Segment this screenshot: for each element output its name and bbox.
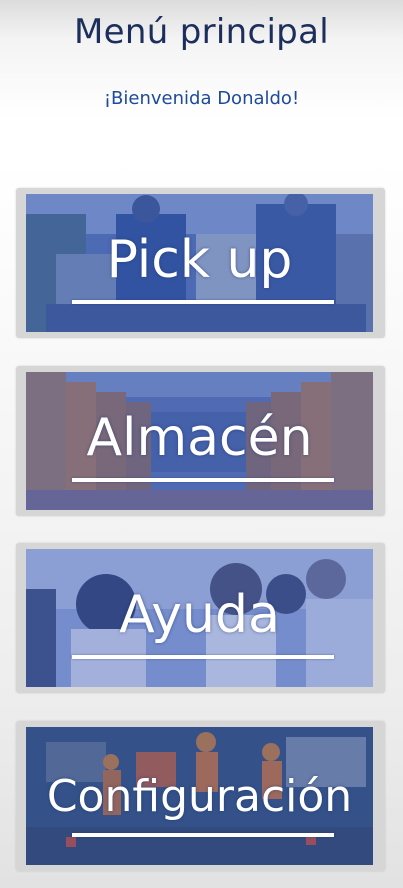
menu-underline (72, 655, 334, 659)
circuit-board-workers-photo: Configuración (26, 727, 373, 865)
menu-label-ayuda: Ayuda (119, 585, 280, 645)
menu-button-pick-up[interactable]: Pick up (16, 188, 385, 338)
welcome-message: ¡Bienvenida Donaldo! (103, 88, 300, 109)
menu-label-pick-up: Pick up (106, 230, 293, 290)
menu-button-ayuda[interactable]: Ayuda (16, 543, 385, 693)
menu-label-almacen: Almacén (86, 408, 313, 468)
menu-underline (72, 478, 334, 482)
warehouse-shelves-photo: Almacén (26, 372, 373, 510)
menu-underline (72, 300, 334, 304)
warehouse-workers-photo: Pick up (26, 194, 373, 332)
menu-button-configuracion[interactable]: Configuración (16, 721, 385, 871)
page-title: Menú principal (74, 12, 329, 52)
menu-label-configuracion: Configuración (46, 771, 353, 822)
call-center-photo: Ayuda (26, 549, 373, 687)
menu-button-almacen[interactable]: Almacén (16, 366, 385, 516)
menu-underline (72, 833, 334, 837)
